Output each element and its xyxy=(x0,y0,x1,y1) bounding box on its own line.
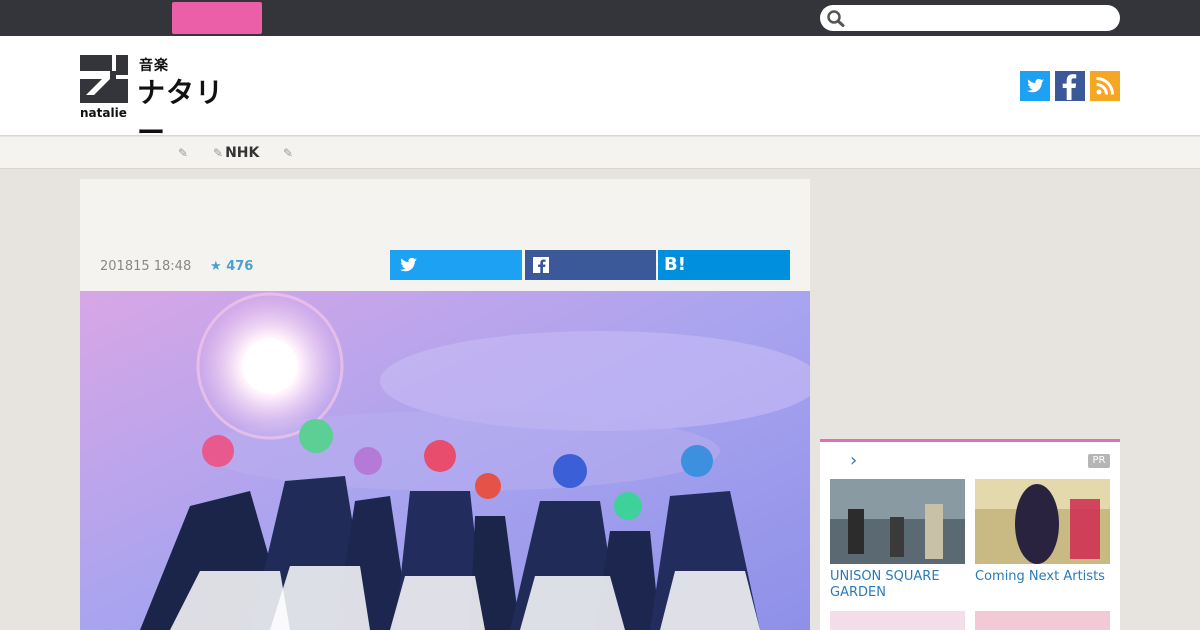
nav-tag-nhk[interactable]: ✎ NHK xyxy=(213,145,259,161)
pr-badge: PR xyxy=(1088,454,1110,468)
facebook-icon xyxy=(533,257,549,273)
site-logo[interactable]: 音楽 ナタリー natalie xyxy=(80,55,250,149)
nav-tag-item[interactable]: ✎ xyxy=(283,145,295,161)
tag-nav: ✎ ✎ NHK ✎ xyxy=(0,137,1200,169)
facebook-icon xyxy=(1062,74,1077,100)
hatena-icon: B! xyxy=(664,254,686,275)
twitter-icon xyxy=(1027,78,1044,93)
rss-link[interactable] xyxy=(1090,71,1120,101)
sidebar-caption[interactable]: UNISON SQUARE GARDEN xyxy=(830,569,970,601)
article-hero-image[interactable] xyxy=(80,291,810,630)
facebook-link[interactable] xyxy=(1055,71,1085,101)
sidebar-thumb-coming-next[interactable] xyxy=(975,479,1110,564)
search-input[interactable] xyxy=(820,5,1120,31)
tag-icon: ✎ xyxy=(178,146,189,160)
share-hatena-button[interactable]: B! xyxy=(658,250,790,280)
logo-mark-icon xyxy=(80,55,128,103)
twitter-icon xyxy=(400,257,417,272)
article-date: 201815 18:48 xyxy=(100,259,192,274)
top-menu-button[interactable] xyxy=(172,2,262,34)
sidebar-thumb[interactable] xyxy=(830,611,965,630)
logo-english-text: natalie xyxy=(80,106,127,120)
tag-icon: ✎ xyxy=(283,146,294,160)
nav-tag-item[interactable]: ✎ xyxy=(178,145,190,161)
tag-icon: ✎ xyxy=(213,146,224,160)
chevron-right-icon[interactable]: › xyxy=(850,450,857,471)
share-facebook-button[interactable] xyxy=(525,250,656,280)
rss-icon xyxy=(1096,77,1114,95)
sidebar-thumb[interactable] xyxy=(975,611,1110,630)
top-bar xyxy=(0,0,1200,36)
sidebar-caption[interactable]: Coming Next Artists xyxy=(975,569,1115,585)
twitter-link[interactable] xyxy=(1020,71,1050,101)
sidebar-recommend-box: › PR UNISON SQUARE GARDEN Coming Next Ar… xyxy=(820,439,1120,630)
share-twitter-button[interactable] xyxy=(390,250,522,280)
star-icon: ★ xyxy=(210,259,222,274)
thumbnail-image xyxy=(975,479,1110,564)
search-icon xyxy=(827,10,845,27)
article-card: 201815 18:48 ★ 476 B! xyxy=(80,179,810,630)
hero-photo xyxy=(80,291,810,630)
site-header: 音楽 ナタリー natalie xyxy=(0,36,1200,149)
favorite-count[interactable]: ★ 476 xyxy=(210,259,253,274)
thumbnail-image xyxy=(830,479,965,564)
sidebar-thumb-unison[interactable] xyxy=(830,479,965,564)
